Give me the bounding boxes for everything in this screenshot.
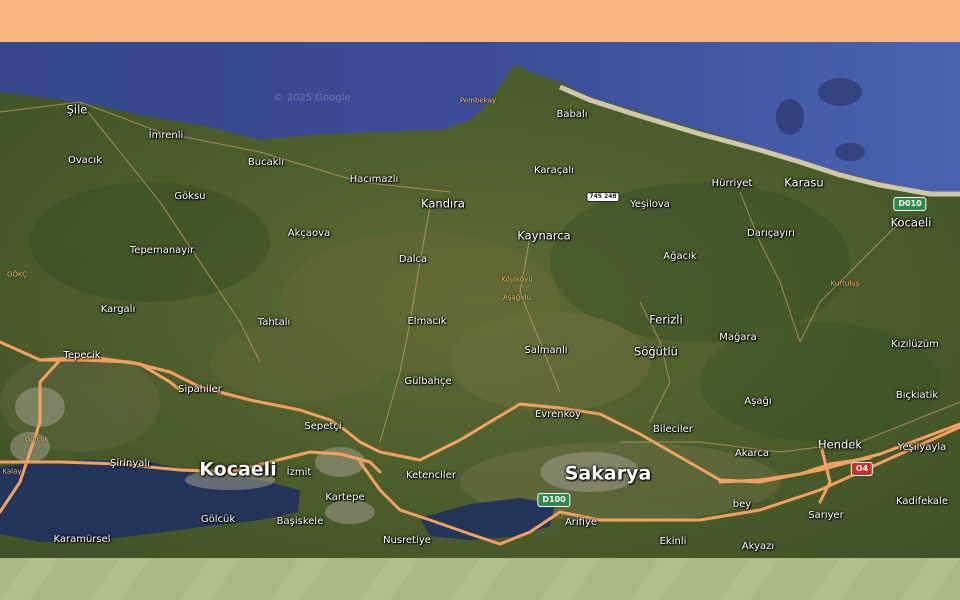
town-label[interactable]: Başiskele: [277, 517, 324, 527]
town-label[interactable]: Yeşilyayla: [898, 443, 947, 453]
bottom-decorative-band: [0, 558, 960, 600]
town-label[interactable]: Kartepe: [325, 493, 364, 503]
town-label[interactable]: Ağacık: [663, 252, 696, 262]
town-label[interactable]: Karamürsel: [53, 535, 110, 545]
town-label[interactable]: Hendek: [818, 439, 862, 451]
minor-place-label: Aşağıdü: [503, 293, 531, 302]
minor-place-label: GÖKÇ: [6, 270, 28, 279]
town-label[interactable]: Tahtalı: [258, 318, 291, 328]
town-label[interactable]: Karaçalı: [534, 166, 574, 176]
town-label[interactable]: Hacımazlı: [350, 175, 399, 185]
town-label[interactable]: Akyazı: [742, 542, 774, 552]
town-label[interactable]: Evrenköy: [535, 410, 581, 420]
road-shield-o4: O4: [850, 462, 874, 476]
town-label[interactable]: Ovacık: [68, 156, 102, 166]
town-label[interactable]: Gülbahçe: [404, 377, 451, 387]
town-label[interactable]: Ferizli: [649, 314, 682, 326]
town-label[interactable]: Akçaova: [288, 229, 330, 239]
town-label[interactable]: Dalca: [399, 255, 427, 265]
road-shield-local: 745 248: [586, 192, 620, 202]
town-label[interactable]: Bileciler: [653, 425, 693, 435]
town-label[interactable]: Sepetçi: [304, 422, 341, 432]
satellite-map[interactable]: © 2025 Google Kocaeli Sakarya Şile İmren…: [0, 42, 960, 558]
town-label[interactable]: Şirinyalı: [110, 459, 150, 469]
town-label[interactable]: Bucaklı: [248, 158, 284, 168]
minor-place-label: Köyiköyü: [501, 275, 533, 284]
town-label[interactable]: Akarca: [735, 449, 769, 459]
map-watermark: © 2025 Google: [273, 92, 351, 104]
town-label[interactable]: Göksu: [174, 192, 205, 202]
top-decorative-band: [0, 0, 960, 42]
minor-place-label: Pembekay: [459, 96, 497, 105]
city-label-sakarya[interactable]: Sakarya: [565, 464, 652, 484]
town-label[interactable]: Yeşilova: [630, 200, 670, 210]
town-label[interactable]: Sarıyer: [808, 511, 844, 521]
town-label[interactable]: bey: [733, 500, 751, 510]
town-label[interactable]: Salmanlı: [524, 346, 567, 356]
town-label[interactable]: Gölcük: [201, 515, 235, 525]
town-label[interactable]: Darıçayırı: [747, 229, 795, 239]
town-label[interactable]: Söğütlü: [634, 346, 678, 358]
town-label[interactable]: Kaynarca: [517, 230, 570, 242]
stripe-pattern: [0, 558, 960, 600]
town-label[interactable]: Nusretiye: [383, 536, 431, 546]
town-label[interactable]: Elmacık: [407, 317, 446, 327]
town-label[interactable]: Ketenciler: [406, 471, 456, 481]
town-label[interactable]: Aşağı: [744, 397, 771, 407]
town-label[interactable]: Sipahiler: [178, 385, 222, 395]
city-label-kocaeli[interactable]: Kocaeli: [199, 460, 276, 480]
town-label[interactable]: Karasu: [784, 177, 823, 189]
town-label[interactable]: Tepemanayır: [130, 246, 194, 256]
town-label[interactable]: Mağara: [719, 333, 756, 343]
town-label[interactable]: Şile: [67, 104, 88, 116]
town-label[interactable]: Babalı: [556, 110, 587, 120]
map-terrain: [0, 42, 960, 558]
town-label[interactable]: Hürriyet: [712, 179, 753, 189]
road-shield-d100: D100: [537, 493, 571, 507]
town-label[interactable]: Kadifekale: [896, 497, 948, 507]
road-shield-d010: D010: [893, 197, 927, 211]
minor-place-label: Gölcük: [25, 435, 49, 444]
town-label[interactable]: İzmit: [287, 468, 312, 478]
town-label[interactable]: Kocaeli: [891, 217, 932, 229]
town-label[interactable]: Tepecik: [63, 351, 100, 361]
town-label[interactable]: Kandıra: [421, 198, 465, 210]
town-label[interactable]: Kızılüzüm: [891, 340, 939, 350]
minor-place-label: Kurtuluş: [830, 279, 860, 288]
minor-place-label: Kalay: [2, 467, 22, 476]
town-label[interactable]: Arifiye: [565, 518, 597, 528]
town-label[interactable]: Ekinli: [660, 537, 687, 547]
town-label[interactable]: Bıçkıatik: [896, 391, 938, 401]
town-label[interactable]: Kargalı: [101, 305, 135, 315]
town-label[interactable]: İmrenli: [149, 131, 184, 141]
